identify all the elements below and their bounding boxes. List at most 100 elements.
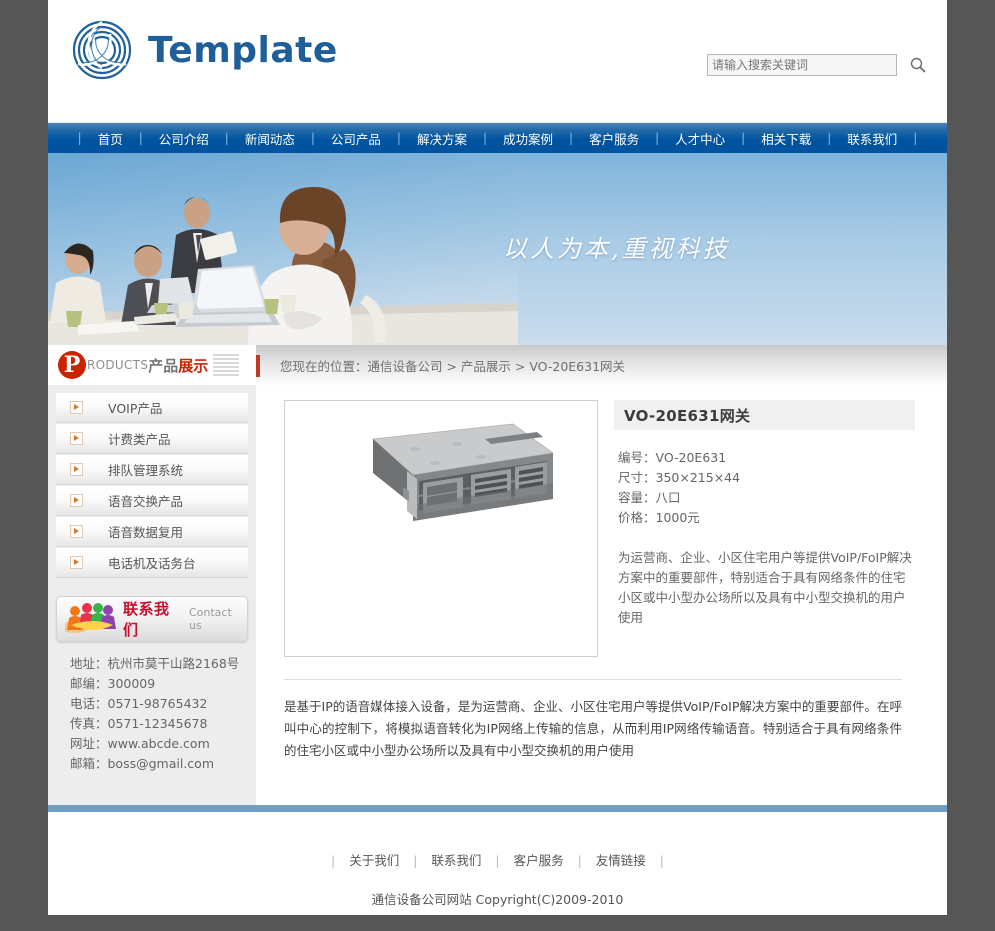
nav-separator: | [913, 131, 918, 145]
main-navigation: | 首页 | 公司介绍 | 新闻动态 | 公司产品 | 解决方案 | 成功案例 … [48, 123, 947, 153]
breadcrumb-marker-icon [256, 355, 260, 377]
product-short-description: 为运营商、企业、小区住宅用户等提供VoIP/FoIP解决方案中的重要部件，特别适… [618, 550, 912, 625]
content-area: P RODUCTS 产品 展示 VOIP产品 计费类产品 排队管理系统 语音交换… [48, 345, 947, 805]
search-button[interactable] [909, 56, 927, 74]
banner-photo [48, 153, 518, 345]
sidebar-header-english: RODUCTS [87, 358, 149, 372]
footer-separator: | [577, 853, 582, 868]
nav-item-3[interactable]: 公司产品 [317, 129, 395, 148]
sidebar-item-voice-data-multiplex[interactable]: 语音数据复用 [56, 517, 248, 547]
footer-links: | 关于我们 | 联系我们 | 客户服务 | 友情链接 | [48, 850, 947, 869]
footer-separator: | [495, 853, 500, 868]
contact-address: 地址：杭州市莫干山路2168号 [70, 656, 240, 671]
logo-text: Template [148, 29, 338, 71]
sidebar-contact-box: 联系我们 Contact us 地址：杭州市莫干山路2168号 邮编：30000… [56, 596, 248, 774]
contact-title: 联系我们 [123, 600, 170, 639]
search-icon [909, 57, 927, 77]
contact-header[interactable]: 联系我们 Contact us [56, 596, 248, 642]
sidebar-header: P RODUCTS 产品 展示 [48, 345, 256, 385]
footer-divider [48, 805, 947, 812]
contact-subtitle: Contact us [188, 606, 232, 632]
footer-link-friendly-links[interactable]: 友情链接 [586, 853, 656, 868]
nav-item-7[interactable]: 人才中心 [661, 129, 739, 148]
sidebar-item-voip[interactable]: VOIP产品 [56, 393, 248, 423]
product-specs: 编号：VO-20E631 尺寸：350×215×44 容量：八口 价格：1000… [614, 448, 915, 528]
search-input[interactable] [707, 54, 897, 76]
site-header: Template [48, 0, 947, 123]
arrow-right-icon [70, 556, 83, 569]
nav-separator: | [482, 131, 488, 145]
arrow-right-icon [70, 401, 83, 414]
spec-model: 编号：VO-20E631 [618, 450, 727, 465]
sidebar-item-label: VOIP产品 [108, 401, 163, 416]
search-area [707, 54, 927, 76]
sidebar-item-voice-switching[interactable]: 语音交换产品 [56, 486, 248, 516]
nav-separator: | [741, 131, 746, 145]
arrow-right-icon [70, 432, 83, 445]
site-wrapper: Template | 首页 | 公司 [48, 0, 947, 915]
sidebar-menu: VOIP产品 计费类产品 排队管理系统 语音交换产品 语音数据复用 电话机及话务… [56, 393, 248, 578]
breadcrumb: 您现在的位置：通信设备公司 > 产品展示 > VO-20E631网关 [280, 359, 626, 374]
contact-fax: 传真：0571-12345678 [70, 716, 208, 731]
nav-separator: | [396, 131, 401, 145]
nav-separator: | [655, 131, 660, 145]
arrow-right-icon [70, 525, 83, 538]
sidebar-item-label: 语音交换产品 [108, 494, 184, 509]
product-image[interactable] [284, 400, 598, 657]
footer-link-about[interactable]: 关于我们 [339, 853, 409, 868]
spec-capacity: 容量：八口 [618, 490, 681, 505]
contact-website: 网址：www.abcde.com [70, 736, 210, 751]
product-overview: VO-20E631网关 编号：VO-20E631 尺寸：350×215×44 容… [256, 386, 947, 657]
nav-item-9[interactable]: 联系我们 [833, 129, 911, 148]
banner-slogan: 以人为本,重视科技 [503, 235, 730, 263]
footer-separator: | [413, 853, 418, 868]
nav-item-5[interactable]: 成功案例 [489, 129, 567, 148]
sidebar-item-billing[interactable]: 计费类产品 [56, 424, 248, 454]
sidebar-item-label: 计费类产品 [108, 432, 171, 447]
nav-item-1[interactable]: 公司介绍 [145, 129, 223, 148]
nav-separator: | [827, 131, 832, 145]
nav-item-8[interactable]: 相关下载 [747, 129, 825, 148]
nav-separator: | [138, 131, 143, 145]
contact-email: 邮箱：boss@gmail.com [70, 756, 214, 771]
product-title: VO-20E631网关 [624, 406, 751, 425]
nav-separator: | [77, 131, 82, 145]
site-footer: | 关于我们 | 联系我们 | 客户服务 | 友情链接 | 通信设备公司网站 C… [48, 812, 947, 915]
sidebar-item-telephone-console[interactable]: 电话机及话务台 [56, 548, 248, 578]
copyright: 通信设备公司网站 Copyright(C)2009-2010 [371, 892, 624, 907]
nav-item-4[interactable]: 解决方案 [403, 129, 481, 148]
site-logo[interactable]: Template [70, 18, 338, 82]
product-info: VO-20E631网关 编号：VO-20E631 尺寸：350×215×44 容… [614, 400, 915, 657]
contact-phone: 电话：0571-98765432 [70, 696, 208, 711]
footer-link-service[interactable]: 客户服务 [504, 853, 574, 868]
sidebar-item-label: 电话机及话务台 [108, 556, 196, 571]
nav-item-0[interactable]: 首页 [84, 129, 137, 148]
sidebar-item-label: 排队管理系统 [108, 463, 184, 478]
sidebar-item-label: 语音数据复用 [108, 525, 184, 540]
breadcrumb-bar: 您现在的位置：通信设备公司 > 产品展示 > VO-20E631网关 [256, 345, 947, 386]
stripes-decoration-icon [213, 354, 240, 376]
footer-separator: | [330, 853, 336, 868]
nav-item-2[interactable]: 新闻动态 [231, 129, 309, 148]
sidebar-header-cn-gray: 产品 [148, 356, 179, 375]
product-long-description: 是基于IP的语音媒体接入设备，是为运营商、企业、小区住宅用户等提供VoIP/Fo… [284, 699, 902, 758]
sidebar-header-cn-red: 展示 [178, 356, 209, 375]
footer-link-contact[interactable]: 联系我们 [421, 853, 491, 868]
product-detail-section: 是基于IP的语音媒体接入设备，是为运营商、企业、小区住宅用户等提供VoIP/Fo… [284, 679, 902, 792]
spec-price: 价格：1000元 [618, 510, 700, 525]
nav-item-6[interactable]: 客户服务 [575, 129, 653, 148]
sidebar: P RODUCTS 产品 展示 VOIP产品 计费类产品 排队管理系统 语音交换… [48, 345, 256, 805]
people-group-icon [61, 601, 117, 638]
page-root: Template | 首页 | 公司 [0, 0, 995, 931]
product-title-bar: VO-20E631网关 [614, 400, 915, 430]
spec-dimensions: 尺寸：350×215×44 [618, 470, 741, 485]
main-content: 您现在的位置：通信设备公司 > 产品展示 > VO-20E631网关 VO-20… [256, 345, 947, 805]
products-badge-icon: P [58, 351, 86, 379]
arrow-right-icon [70, 463, 83, 476]
sidebar-item-queue-management[interactable]: 排队管理系统 [56, 455, 248, 485]
nav-list: | 首页 | 公司介绍 | 新闻动态 | 公司产品 | 解决方案 | 成功案例 … [76, 129, 920, 148]
nav-separator: | [569, 131, 574, 145]
arrow-right-icon [70, 494, 83, 507]
spiral-trefoil-logo-icon [70, 18, 134, 82]
nav-separator: | [224, 131, 229, 145]
